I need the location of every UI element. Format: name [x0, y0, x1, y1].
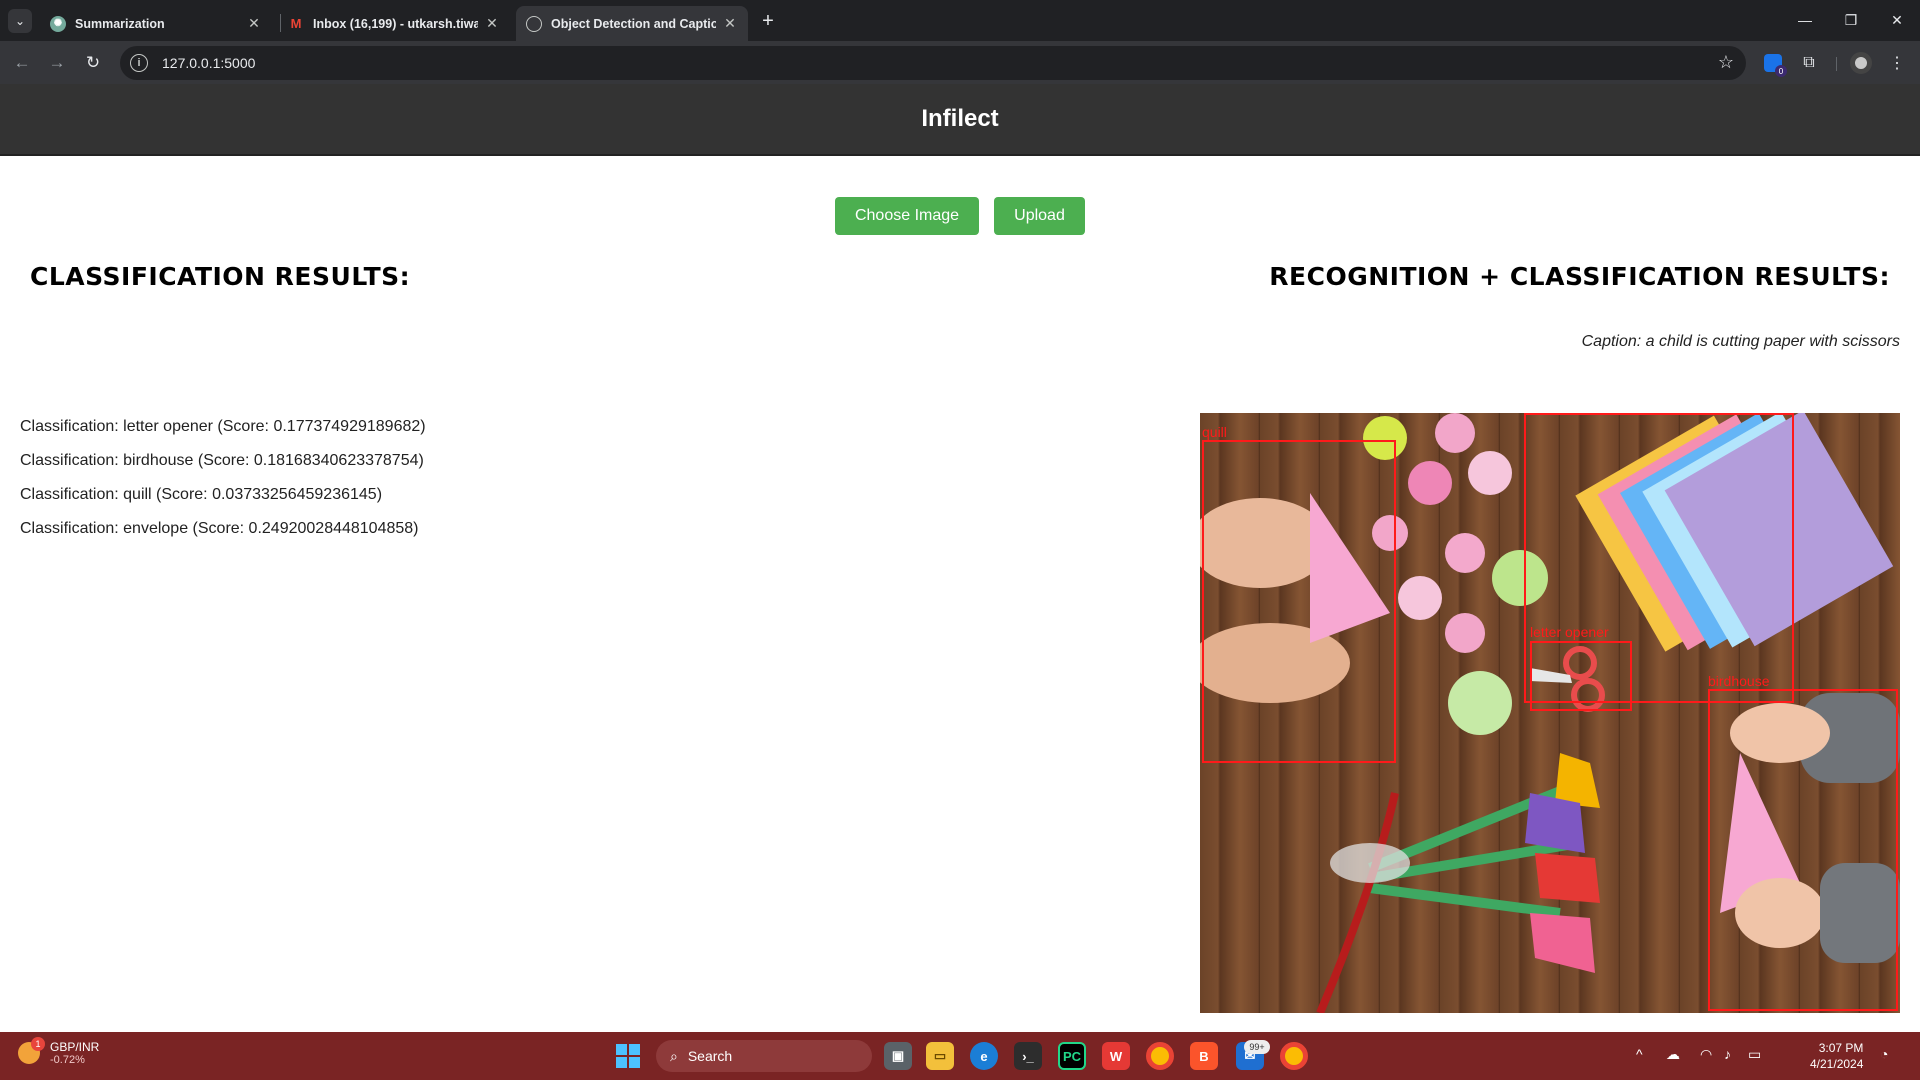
taskbar-search[interactable]: ⌕ Search: [656, 1040, 872, 1072]
detection-label-birdhouse: birdhouse: [1708, 673, 1770, 689]
reload-button[interactable]: ↻: [79, 49, 107, 77]
taskbar: 1 GBP/INR -0.72% ⌕ Search ▣ ▭ e ›_ PC W …: [0, 1032, 1920, 1080]
back-button[interactable]: ←: [8, 49, 36, 77]
detection-box-quill: [1202, 440, 1396, 763]
browser-toolbar: ← → ↻ i 127.0.0.1:5000 ☆ 0 ⧉ ⋮: [0, 41, 1920, 84]
page-title: Infilect: [921, 105, 999, 132]
brave-icon[interactable]: B: [1190, 1042, 1218, 1070]
kebab-menu-icon[interactable]: ⋮: [1884, 50, 1910, 76]
detection-box-letter-opener: [1530, 641, 1632, 711]
volume-icon[interactable]: ♪: [1724, 1046, 1731, 1062]
task-view-icon[interactable]: ▣: [884, 1042, 912, 1070]
page-header: Infilect: [0, 84, 1920, 156]
caption-text: Caption: a child is cutting paper with s…: [1581, 333, 1900, 350]
windows-start-icon[interactable]: [616, 1044, 640, 1068]
list-item: Classification: quill (Score: 0.03733256…: [20, 486, 383, 503]
list-item: Classification: birdhouse (Score: 0.1816…: [20, 452, 424, 469]
toolbar-separator: [1836, 57, 1837, 71]
terminal-icon[interactable]: ›_: [1014, 1042, 1042, 1070]
tab-label: Inbox (16,199) - utkarsh.tiwari: [313, 16, 478, 31]
forward-button[interactable]: →: [43, 49, 71, 77]
classification-heading: CLASSIFICATION RESULTS:: [30, 262, 411, 291]
tab-search-button[interactable]: ⌄: [8, 9, 32, 33]
list-item: Classification: letter opener (Score: 0.…: [20, 418, 426, 435]
pycharm-icon[interactable]: PC: [1058, 1042, 1086, 1070]
tab-strip: ⌄ ✺ Summarization ✕ M Inbox (16,199) - u…: [0, 0, 1920, 41]
close-icon[interactable]: ✕: [722, 15, 738, 32]
globe-icon: [526, 15, 542, 32]
chrome-icon[interactable]: [1146, 1042, 1174, 1070]
mail-badge: 99+: [1244, 1040, 1270, 1054]
wps-icon[interactable]: W: [1102, 1042, 1130, 1070]
close-icon[interactable]: ✕: [246, 15, 262, 32]
classification-list: Classification: letter opener (Score: 0.…: [20, 417, 426, 553]
weather-widget-icon: 1: [18, 1037, 45, 1064]
bookmark-star-icon[interactable]: ☆: [1718, 52, 1734, 73]
tab-label: Object Detection and Captioni: [551, 16, 716, 31]
openai-icon: ✺: [50, 15, 66, 32]
file-explorer-icon[interactable]: ▭: [926, 1042, 954, 1070]
search-label: Search: [687, 1048, 733, 1064]
widget-badge: 1: [31, 1037, 45, 1051]
tray-chevron-icon[interactable]: ^: [1636, 1046, 1643, 1062]
chrome-active-icon[interactable]: [1280, 1042, 1308, 1070]
battery-icon[interactable]: ▭: [1748, 1046, 1761, 1063]
tab-inbox[interactable]: M Inbox (16,199) - utkarsh.tiwari ✕: [278, 6, 510, 41]
onedrive-icon[interactable]: ☁: [1666, 1046, 1680, 1063]
clock[interactable]: 3:07 PM 4/21/2024: [1810, 1040, 1863, 1072]
extension-badge: 0: [1775, 65, 1787, 77]
detection-result-image: quill letter opener birdhouse: [1200, 413, 1900, 1013]
wifi-icon[interactable]: ◠: [1700, 1046, 1712, 1063]
choose-image-button[interactable]: Choose Image: [835, 197, 979, 235]
address-bar[interactable]: i 127.0.0.1:5000 ☆: [120, 46, 1746, 80]
search-icon: ⌕: [670, 1047, 678, 1064]
avatar[interactable]: [1848, 50, 1874, 76]
list-item: Classification: envelope (Score: 0.24920…: [20, 520, 419, 537]
window-close-button[interactable]: ✕: [1874, 0, 1920, 40]
gmail-icon: M: [290, 16, 302, 31]
puzzle-icon[interactable]: ⧉: [1796, 50, 1822, 76]
detection-label-quill: quill: [1202, 424, 1227, 440]
widget-subtitle: -0.72%: [50, 1054, 85, 1066]
upload-button[interactable]: Upload: [994, 197, 1085, 235]
widget-title: GBP/INR: [50, 1040, 100, 1054]
detection-box-birdhouse: [1708, 689, 1898, 1011]
restore-button[interactable]: ❐: [1828, 0, 1874, 40]
clock-time: 3:07 PM: [1818, 1041, 1864, 1055]
tab-object-detection[interactable]: Object Detection and Captioni ✕: [516, 6, 748, 41]
minimize-button[interactable]: —: [1782, 0, 1828, 40]
tab-label: Summarization: [75, 16, 165, 31]
clock-date: 4/21/2024: [1810, 1057, 1864, 1071]
close-icon[interactable]: ✕: [484, 15, 500, 32]
widgets-button[interactable]: 1 GBP/INR -0.72%: [18, 1037, 100, 1066]
site-info-icon[interactable]: i: [130, 54, 148, 72]
url-text[interactable]: 127.0.0.1:5000: [162, 55, 255, 71]
extension-icon[interactable]: 0: [1760, 50, 1787, 77]
edge-icon[interactable]: e: [970, 1042, 998, 1070]
recognition-heading: RECOGNITION + CLASSIFICATION RESULTS:: [1269, 262, 1890, 291]
tab-summarization[interactable]: ✺ Summarization ✕: [40, 6, 272, 41]
notification-bell-icon[interactable]: ◔: [1880, 1046, 1888, 1062]
new-tab-button[interactable]: +: [756, 9, 780, 33]
detection-label-letter-opener: letter opener: [1530, 624, 1609, 640]
